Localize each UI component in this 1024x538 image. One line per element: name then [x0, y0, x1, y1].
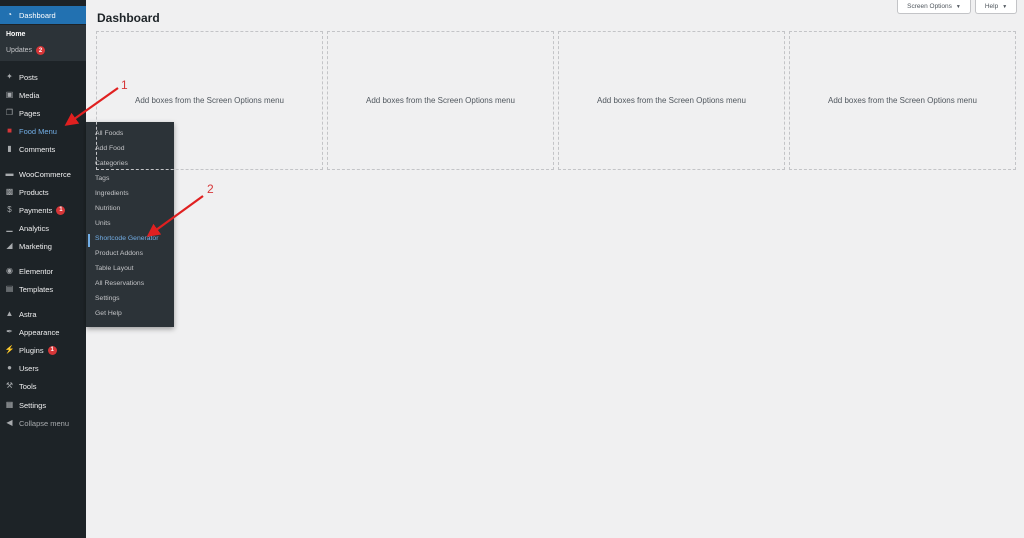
sidebar-item-label: Settings [19, 400, 47, 410]
sidebar-item-products[interactable]: ▩ Products [0, 183, 86, 201]
astra-icon: ▲ [5, 309, 14, 318]
sidebar-item-label: Food Menu [19, 126, 57, 136]
screen-options-button[interactable]: Screen Options ▼ [897, 0, 971, 14]
sidebar-item-food-menu[interactable]: ■ Food Menu [0, 122, 86, 140]
sidebar-item-label: Pages [19, 108, 41, 118]
help-button[interactable]: Help ▼ [975, 0, 1017, 14]
comment-icon: ▮ [7, 144, 12, 153]
sidebar-item-label: Templates [19, 284, 54, 294]
caret-down-icon: ▼ [1002, 3, 1008, 10]
sidebar-item-label: Appearance [19, 327, 60, 337]
pages-icon: ❐ [5, 108, 14, 117]
placeholder-text: Add boxes from the Screen Options menu [828, 96, 977, 105]
placeholder-text: Add boxes from the Screen Options menu [366, 96, 515, 105]
sidebar-item-tools[interactable]: ⚒ Tools [0, 377, 86, 395]
dashboard-widget-placeholder: Add boxes from the Screen Options menu [96, 31, 323, 170]
flyout-item-units[interactable]: Units [95, 220, 111, 227]
caret-down-icon: ▼ [955, 3, 961, 10]
placeholder-text: Add boxes from the Screen Options menu [597, 96, 746, 105]
sidebar-item-label: WooCommerce [19, 169, 71, 179]
admin-sidebar: ◔ Dashboard Home Updates 2 ✦ Posts ▣ Med… [0, 0, 86, 538]
flyout-item-ingredients[interactable]: Ingredients [95, 190, 129, 197]
collapse-menu-label: Collapse menu [19, 418, 70, 428]
sidebar-item-label: Comments [19, 144, 56, 154]
sidebar-item-templates[interactable]: ▤ Templates [0, 280, 86, 298]
sidebar-item-label: Elementor [19, 266, 54, 276]
sidebar-item-media[interactable]: ▣ Media [0, 86, 86, 104]
plugin-icon: ⚡ [4, 345, 15, 354]
page-title: Dashboard [97, 11, 160, 25]
sidebar-item-label: Tools [19, 381, 37, 391]
sidebar-item-pages[interactable]: ❐ Pages [0, 104, 86, 122]
flyout-item-get-help[interactable]: Get Help [95, 310, 122, 317]
pushpin-icon: ✦ [6, 72, 13, 81]
food-menu-icon: ■ [7, 126, 12, 135]
sidebar-item-label: Astra [19, 309, 37, 319]
sidebar-item-astra[interactable]: ▲ Astra [0, 305, 86, 323]
dashboard-widget-placeholder: Add boxes from the Screen Options menu [558, 31, 785, 170]
user-icon: ● [7, 363, 12, 372]
collapse-menu-button[interactable]: ◀ Collapse menu [0, 414, 86, 432]
paintbrush-icon: ✒ [6, 327, 13, 336]
flyout-item-table-layout[interactable]: Table Layout [95, 265, 134, 272]
woocommerce-icon: ▬ [5, 169, 14, 178]
submenu-home[interactable]: Home [6, 31, 25, 38]
sidebar-item-dashboard[interactable]: ◔ Dashboard [0, 6, 86, 24]
sidebar-item-label: Posts [19, 72, 38, 82]
flyout-item-product-addons[interactable]: Product Addons [95, 250, 143, 257]
megaphone-icon: ◢ [6, 241, 13, 250]
dollar-icon: $ [7, 205, 12, 214]
screen-options-label: Screen Options [907, 3, 952, 10]
submenu-updates[interactable]: Updates 2 [6, 46, 46, 55]
plugins-count-badge: 1 [47, 345, 57, 355]
wrench-icon: ⚒ [5, 381, 14, 390]
sidebar-item-label: Analytics [19, 223, 50, 233]
flyout-item-nutrition[interactable]: Nutrition [95, 205, 120, 212]
sidebar-item-label: Marketing [19, 241, 52, 251]
elementor-icon: ◉ [6, 266, 13, 275]
payments-count-badge: 1 [56, 205, 66, 215]
current-item-marker [88, 234, 90, 247]
sidebar-item-plugins[interactable]: ⚡ Plugins 1 [0, 341, 86, 359]
sidebar-item-marketing[interactable]: ◢ Marketing [0, 237, 86, 255]
collapse-arrow-icon: ◀ [6, 418, 13, 427]
sidebar-item-elementor[interactable]: ◉ Elementor [0, 262, 86, 280]
settings-icon: ▦ [5, 400, 14, 409]
sidebar-item-label: Users [19, 363, 39, 373]
sidebar-item-label: Payments [19, 205, 53, 215]
bar-chart-icon: ▁ [6, 223, 13, 232]
sidebar-item-payments[interactable]: $ Payments 1 [0, 201, 86, 219]
sidebar-item-woocommerce[interactable]: ▬ WooCommerce [0, 165, 86, 183]
products-icon: ▩ [5, 187, 14, 196]
dashboard-widget-placeholder: Add boxes from the Screen Options menu [789, 31, 1016, 170]
dashboard-submenu: Home Updates 2 [0, 25, 86, 61]
updates-count-badge: 2 [36, 46, 46, 55]
sidebar-item-label: Dashboard [19, 10, 56, 20]
flyout-item-all-reservations[interactable]: All Reservations [95, 280, 144, 287]
annotation-number-2: 2 [207, 182, 214, 196]
dashboard-widget-placeholder: Add boxes from the Screen Options menu [327, 31, 554, 170]
flyout-item-shortcode-generator[interactable]: Shortcode Generator [95, 235, 158, 242]
sidebar-item-settings[interactable]: ▦ Settings [0, 396, 86, 414]
folder-icon: ▤ [5, 284, 14, 293]
sidebar-item-users[interactable]: ● Users [0, 359, 86, 377]
sidebar-item-label: Media [19, 90, 40, 100]
annotation-number-1: 1 [121, 78, 128, 92]
dashboard-icon: ◔ [7, 10, 12, 19]
sidebar-item-label: Products [19, 187, 49, 197]
sidebar-item-analytics[interactable]: ▁ Analytics [0, 219, 86, 237]
sidebar-item-comments[interactable]: ▮ Comments [0, 140, 86, 158]
flyout-item-tags[interactable]: Tags [95, 175, 109, 182]
flyout-item-settings[interactable]: Settings [95, 295, 120, 302]
media-icon: ▣ [5, 90, 14, 99]
sidebar-item-appearance[interactable]: ✒ Appearance [0, 323, 86, 341]
sidebar-item-posts[interactable]: ✦ Posts [0, 68, 86, 86]
submenu-updates-label: Updates [6, 47, 33, 54]
help-label: Help [984, 3, 999, 10]
placeholder-text: Add boxes from the Screen Options menu [135, 96, 284, 105]
sidebar-item-label: Plugins [19, 345, 44, 355]
